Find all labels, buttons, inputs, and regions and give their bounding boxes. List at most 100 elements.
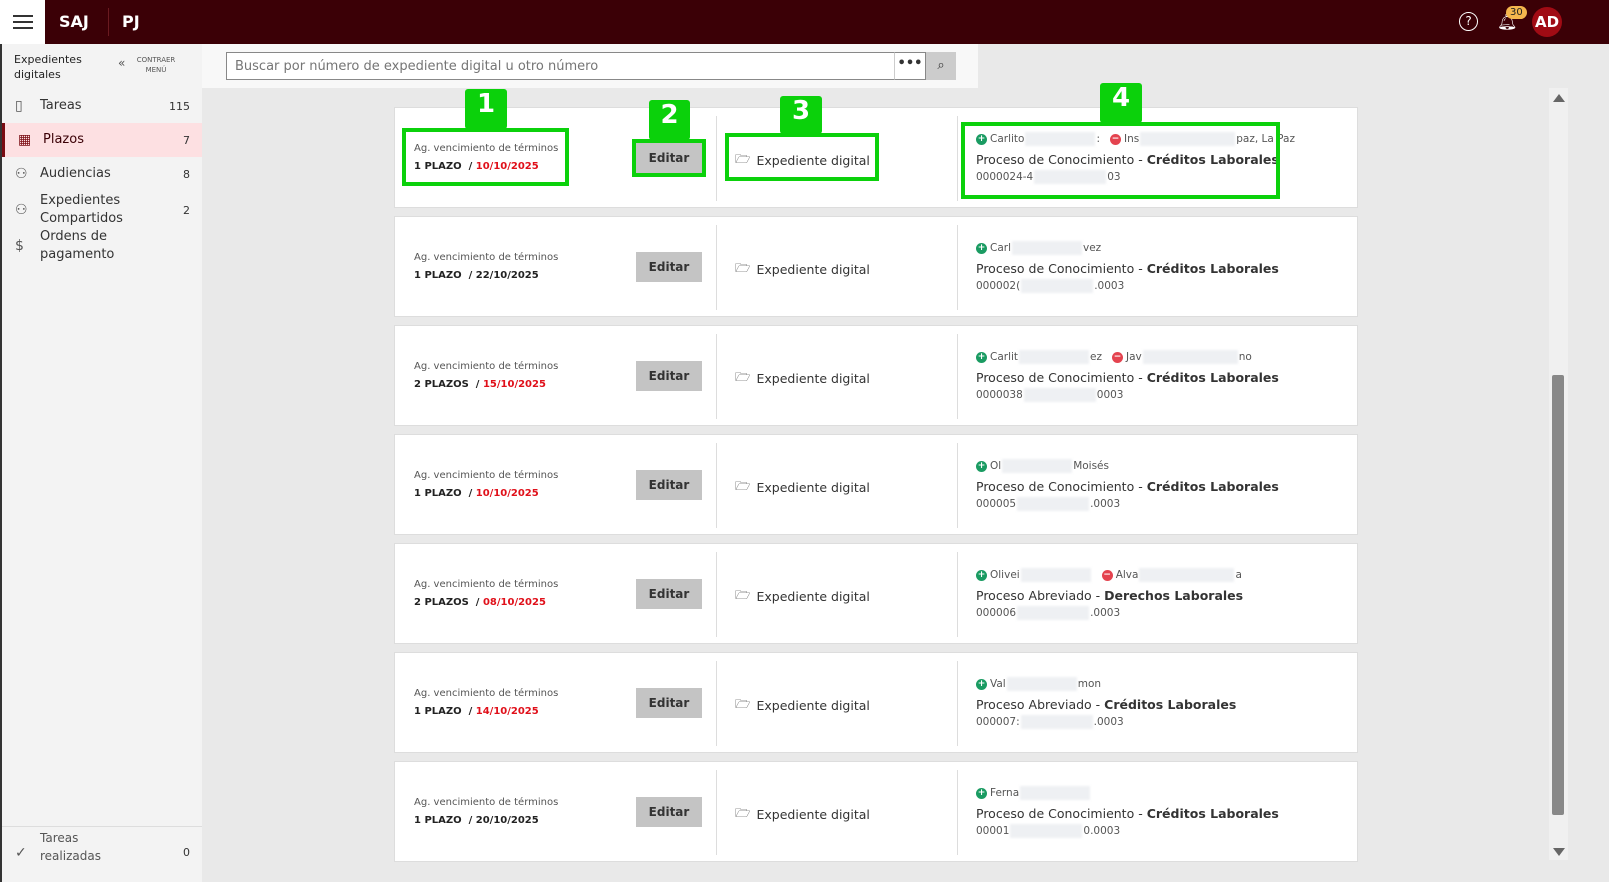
deadline-date: 22/10/2025 bbox=[476, 270, 539, 281]
scrollbar[interactable] bbox=[1549, 88, 1568, 860]
scroll-up-icon[interactable] bbox=[1553, 94, 1565, 102]
case-number-prefix: 000007: bbox=[976, 716, 1020, 728]
party-name-suffix: no bbox=[1239, 351, 1252, 363]
case-number[interactable]: 000006.0003 bbox=[976, 606, 1120, 620]
redacted-text bbox=[1021, 568, 1091, 582]
sidebar-item-count: 115 bbox=[169, 100, 190, 113]
sidebar: Expedientes digitales « CONTRAER MENÚ ▯ T… bbox=[0, 44, 202, 882]
edit-button[interactable]: Editar bbox=[636, 252, 702, 282]
sidebar-item-count: 2 bbox=[183, 204, 190, 217]
case-number[interactable]: 000005.0003 bbox=[976, 497, 1120, 511]
redacted-text bbox=[1139, 568, 1234, 582]
case-number-prefix: 00001 bbox=[976, 825, 1009, 837]
expediente-digital-link[interactable]: 🗁︎ Expediente digital bbox=[735, 804, 870, 825]
edit-button[interactable]: Editar bbox=[636, 688, 702, 718]
party-name-suffix: mon bbox=[1078, 678, 1101, 690]
bookmark-icon: ▯ bbox=[15, 98, 23, 114]
expediente-link-label: Expediente digital bbox=[757, 807, 870, 822]
process-name: Proceso de Conocimiento bbox=[976, 370, 1134, 385]
divider bbox=[957, 225, 958, 310]
party[interactable]: −Javno bbox=[1112, 350, 1252, 364]
deadline-card: Ag. vencimiento de términos 2 PLAZOS / 1… bbox=[394, 325, 1358, 426]
party-name: Carlit bbox=[990, 351, 1018, 363]
avatar[interactable]: AD bbox=[1532, 7, 1562, 37]
process-name: Proceso de Conocimiento bbox=[976, 261, 1134, 276]
redacted-text bbox=[1143, 350, 1238, 364]
case-number[interactable]: 00000380003 bbox=[976, 388, 1124, 402]
expediente-digital-link[interactable]: 🗁︎Expediente digital bbox=[735, 695, 870, 716]
brand-logo[interactable]: SAJ bbox=[59, 12, 89, 31]
redacted-text bbox=[1021, 279, 1093, 293]
process-type: Proceso de Conocimiento - Créditos Labor… bbox=[976, 261, 1279, 276]
parties: +Carlvez bbox=[976, 241, 1101, 255]
deadline-date: 15/10/2025 bbox=[483, 379, 546, 390]
parties: +Olivei −Alvaa bbox=[976, 568, 1242, 582]
redacted-text bbox=[1002, 459, 1072, 473]
deadline-date: 14/10/2025 bbox=[476, 706, 539, 717]
folder-open-icon: 🗁︎ bbox=[735, 586, 751, 607]
plus-circle-icon: + bbox=[976, 352, 987, 363]
sidebar-item-ordens-de-pagamento[interactable]: $Ordens de pagamento bbox=[2, 228, 202, 264]
scroll-down-icon[interactable] bbox=[1553, 848, 1565, 856]
process-name: Proceso de Conocimiento bbox=[976, 806, 1134, 821]
sidebar-item-expedientes-compartidos[interactable]: ⚇Expedientes Compartidos2 bbox=[2, 192, 202, 228]
divider bbox=[957, 552, 958, 637]
party[interactable]: +OlMoisés bbox=[976, 459, 1109, 473]
collapse-menu-button[interactable]: CONTRAER MENÚ bbox=[136, 55, 176, 75]
scrollbar-thumb[interactable] bbox=[1552, 375, 1564, 815]
notification-badge: 30 bbox=[1506, 6, 1527, 19]
more-options-button[interactable]: ••• bbox=[894, 52, 926, 80]
divider bbox=[716, 770, 717, 855]
parties: +Valmon bbox=[976, 677, 1101, 691]
party[interactable]: +Olivei bbox=[976, 568, 1092, 582]
deadline-date: 08/10/2025 bbox=[483, 597, 546, 608]
party-name: Olivei bbox=[990, 569, 1020, 581]
double-chevron-left-icon[interactable]: « bbox=[118, 56, 125, 70]
sidebar-item-label: Tareas bbox=[40, 97, 82, 115]
folder-open-icon: 🗁︎ bbox=[735, 804, 751, 825]
sidebar-item-audiencias[interactable]: ⚇Audiencias8 bbox=[2, 157, 202, 191]
case-number[interactable]: 000002(.0003 bbox=[976, 279, 1124, 293]
divider bbox=[716, 661, 717, 746]
plus-circle-icon: + bbox=[976, 461, 987, 472]
deadline-card: Ag. vencimiento de términos 1 PLAZO / 10… bbox=[394, 434, 1358, 535]
sidebar-item-label: Expedientes Compartidos bbox=[40, 192, 130, 228]
expediente-digital-link[interactable]: 🗁︎Expediente digital bbox=[735, 586, 870, 607]
sidebar-item-tareas[interactable]: ▯ Tareas 115 bbox=[2, 89, 202, 123]
redacted-text bbox=[1012, 241, 1082, 255]
party-name: Ol bbox=[990, 460, 1001, 472]
party-name: Carl bbox=[990, 242, 1011, 254]
case-number[interactable]: 000010.0003 bbox=[976, 824, 1120, 838]
case-number-suffix: .0003 bbox=[1094, 716, 1124, 728]
plazo-count: 2 PLAZOS bbox=[414, 379, 469, 390]
expediente-digital-link[interactable]: 🗁︎Expediente digital bbox=[735, 259, 870, 280]
party-name: Alva bbox=[1116, 569, 1139, 581]
case-number[interactable]: 000007: .0003 bbox=[976, 715, 1124, 729]
party[interactable]: +Valmon bbox=[976, 677, 1101, 691]
edit-button[interactable]: Editar bbox=[636, 361, 702, 391]
plazo-count: 1 PLAZO bbox=[414, 706, 462, 717]
folder-open-icon: 🗁︎ bbox=[735, 259, 751, 280]
hamburger-menu-icon[interactable] bbox=[0, 0, 45, 44]
minus-circle-icon: − bbox=[1112, 352, 1123, 363]
edit-button[interactable]: Editar bbox=[636, 470, 702, 500]
process-subject: Créditos Laborales bbox=[1147, 261, 1279, 276]
expediente-digital-link[interactable]: 🗁︎Expediente digital bbox=[735, 368, 870, 389]
party[interactable]: +Ferna bbox=[976, 786, 1091, 800]
edit-button[interactable]: Editar bbox=[636, 579, 702, 609]
sidebar-item-tareas-realizadas[interactable]: ✓Tareas realizadas0 bbox=[2, 826, 202, 882]
process-type: Proceso de Conocimiento - Créditos Labor… bbox=[976, 806, 1279, 821]
search-input[interactable] bbox=[226, 52, 896, 80]
edit-button[interactable]: Editar bbox=[636, 797, 702, 827]
people-icon: ⚇ bbox=[15, 166, 28, 182]
deadline-info: 1 PLAZO / 14/10/2025 bbox=[414, 706, 539, 717]
sidebar-item-plazos[interactable]: ▦Plazos7 bbox=[2, 123, 202, 157]
search-button[interactable]: ⌕ bbox=[926, 52, 956, 80]
party[interactable]: +Carlitez bbox=[976, 350, 1102, 364]
party[interactable]: −Alvaa bbox=[1102, 568, 1242, 582]
expediente-digital-link[interactable]: 🗁︎Expediente digital bbox=[735, 477, 870, 498]
help-icon[interactable]: ? bbox=[1459, 12, 1478, 31]
sidebar-title: Expedientes digitales bbox=[14, 52, 104, 82]
case-number-suffix: .0003 bbox=[1094, 280, 1124, 292]
party[interactable]: +Carlvez bbox=[976, 241, 1101, 255]
